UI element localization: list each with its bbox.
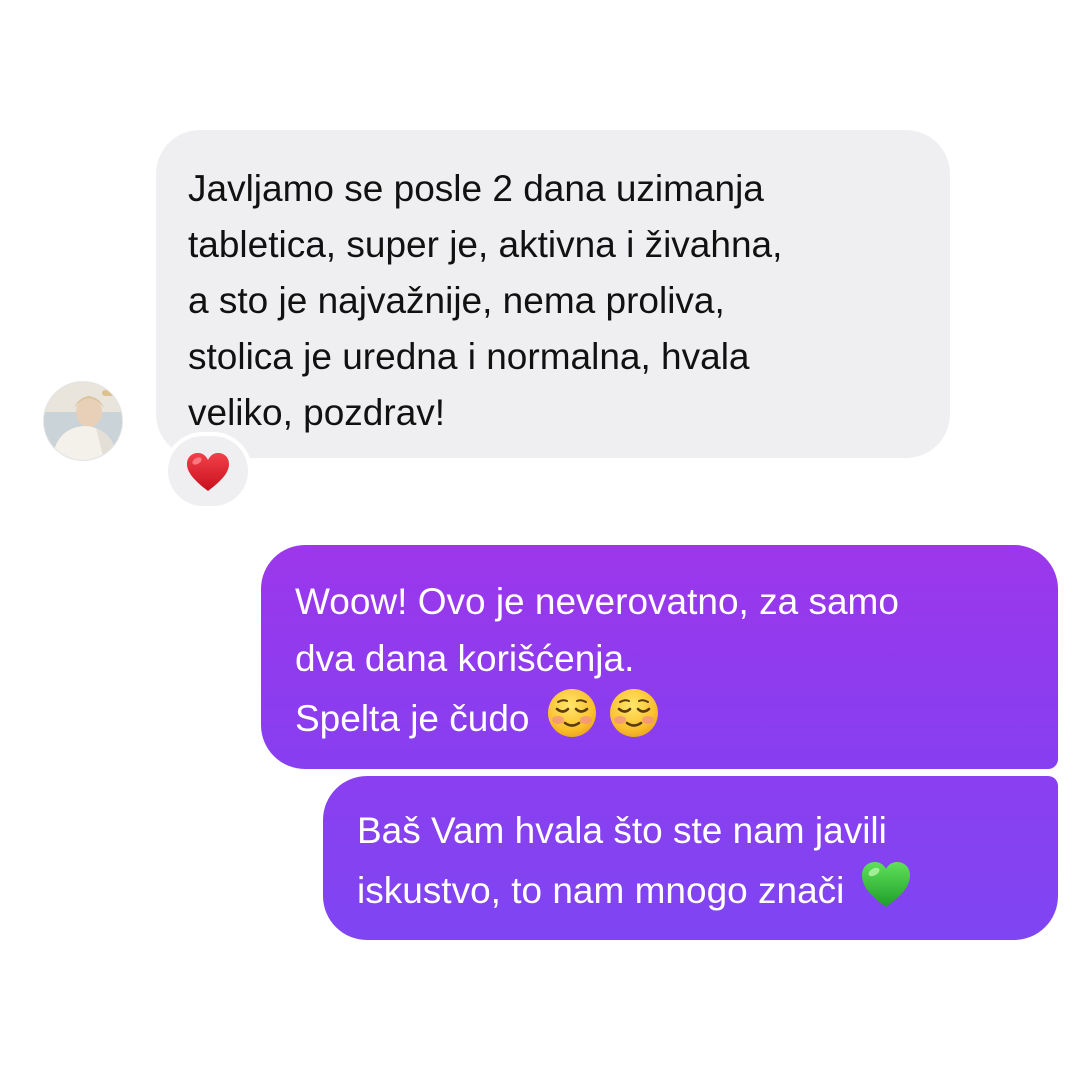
message-line: stolica je uredna i normalna, hvala — [188, 336, 750, 377]
message-line: Javljamo se posle 2 dana uzimanja — [188, 168, 764, 209]
message-line: a sto je najvažnije, nema proliva, — [188, 280, 725, 321]
message-line: dva dana korišćenja. — [295, 638, 635, 679]
sender-avatar[interactable] — [44, 382, 122, 460]
smiling-face-emoji-icon — [546, 687, 598, 739]
message-line: iskustvo, to nam mnogo znači — [357, 859, 1028, 916]
green-heart-emoji-icon — [860, 859, 912, 911]
outgoing-message-bubble[interactable]: Woow! Ovo je neverovatno, za samo dva da… — [261, 545, 1058, 769]
message-line-text: iskustvo, to nam mnogo znači — [357, 870, 845, 911]
message-line: veliko, pozdrav! — [188, 392, 446, 433]
message-reaction[interactable] — [168, 436, 248, 506]
outgoing-message-bubble[interactable]: Baš Vam hvala što ste nam javili iskustv… — [323, 776, 1058, 940]
message-line: Baš Vam hvala što ste nam javili — [357, 810, 887, 851]
incoming-message-bubble[interactable]: Javljamo se posle 2 dana uzimanja tablet… — [156, 130, 950, 458]
message-line-text: Spelta je čudo — [295, 698, 530, 739]
chat-thread: Javljamo se posle 2 dana uzimanja tablet… — [0, 0, 1080, 1080]
smiling-face-emoji-icon — [608, 687, 660, 739]
message-line: tabletica, super je, aktivna i živahna, — [188, 224, 783, 265]
user-avatar-photo-icon — [44, 382, 122, 460]
message-line: Woow! Ovo je neverovatno, za samo — [295, 581, 899, 622]
red-heart-icon — [187, 453, 229, 491]
message-line: Spelta je čudo — [295, 687, 1028, 744]
